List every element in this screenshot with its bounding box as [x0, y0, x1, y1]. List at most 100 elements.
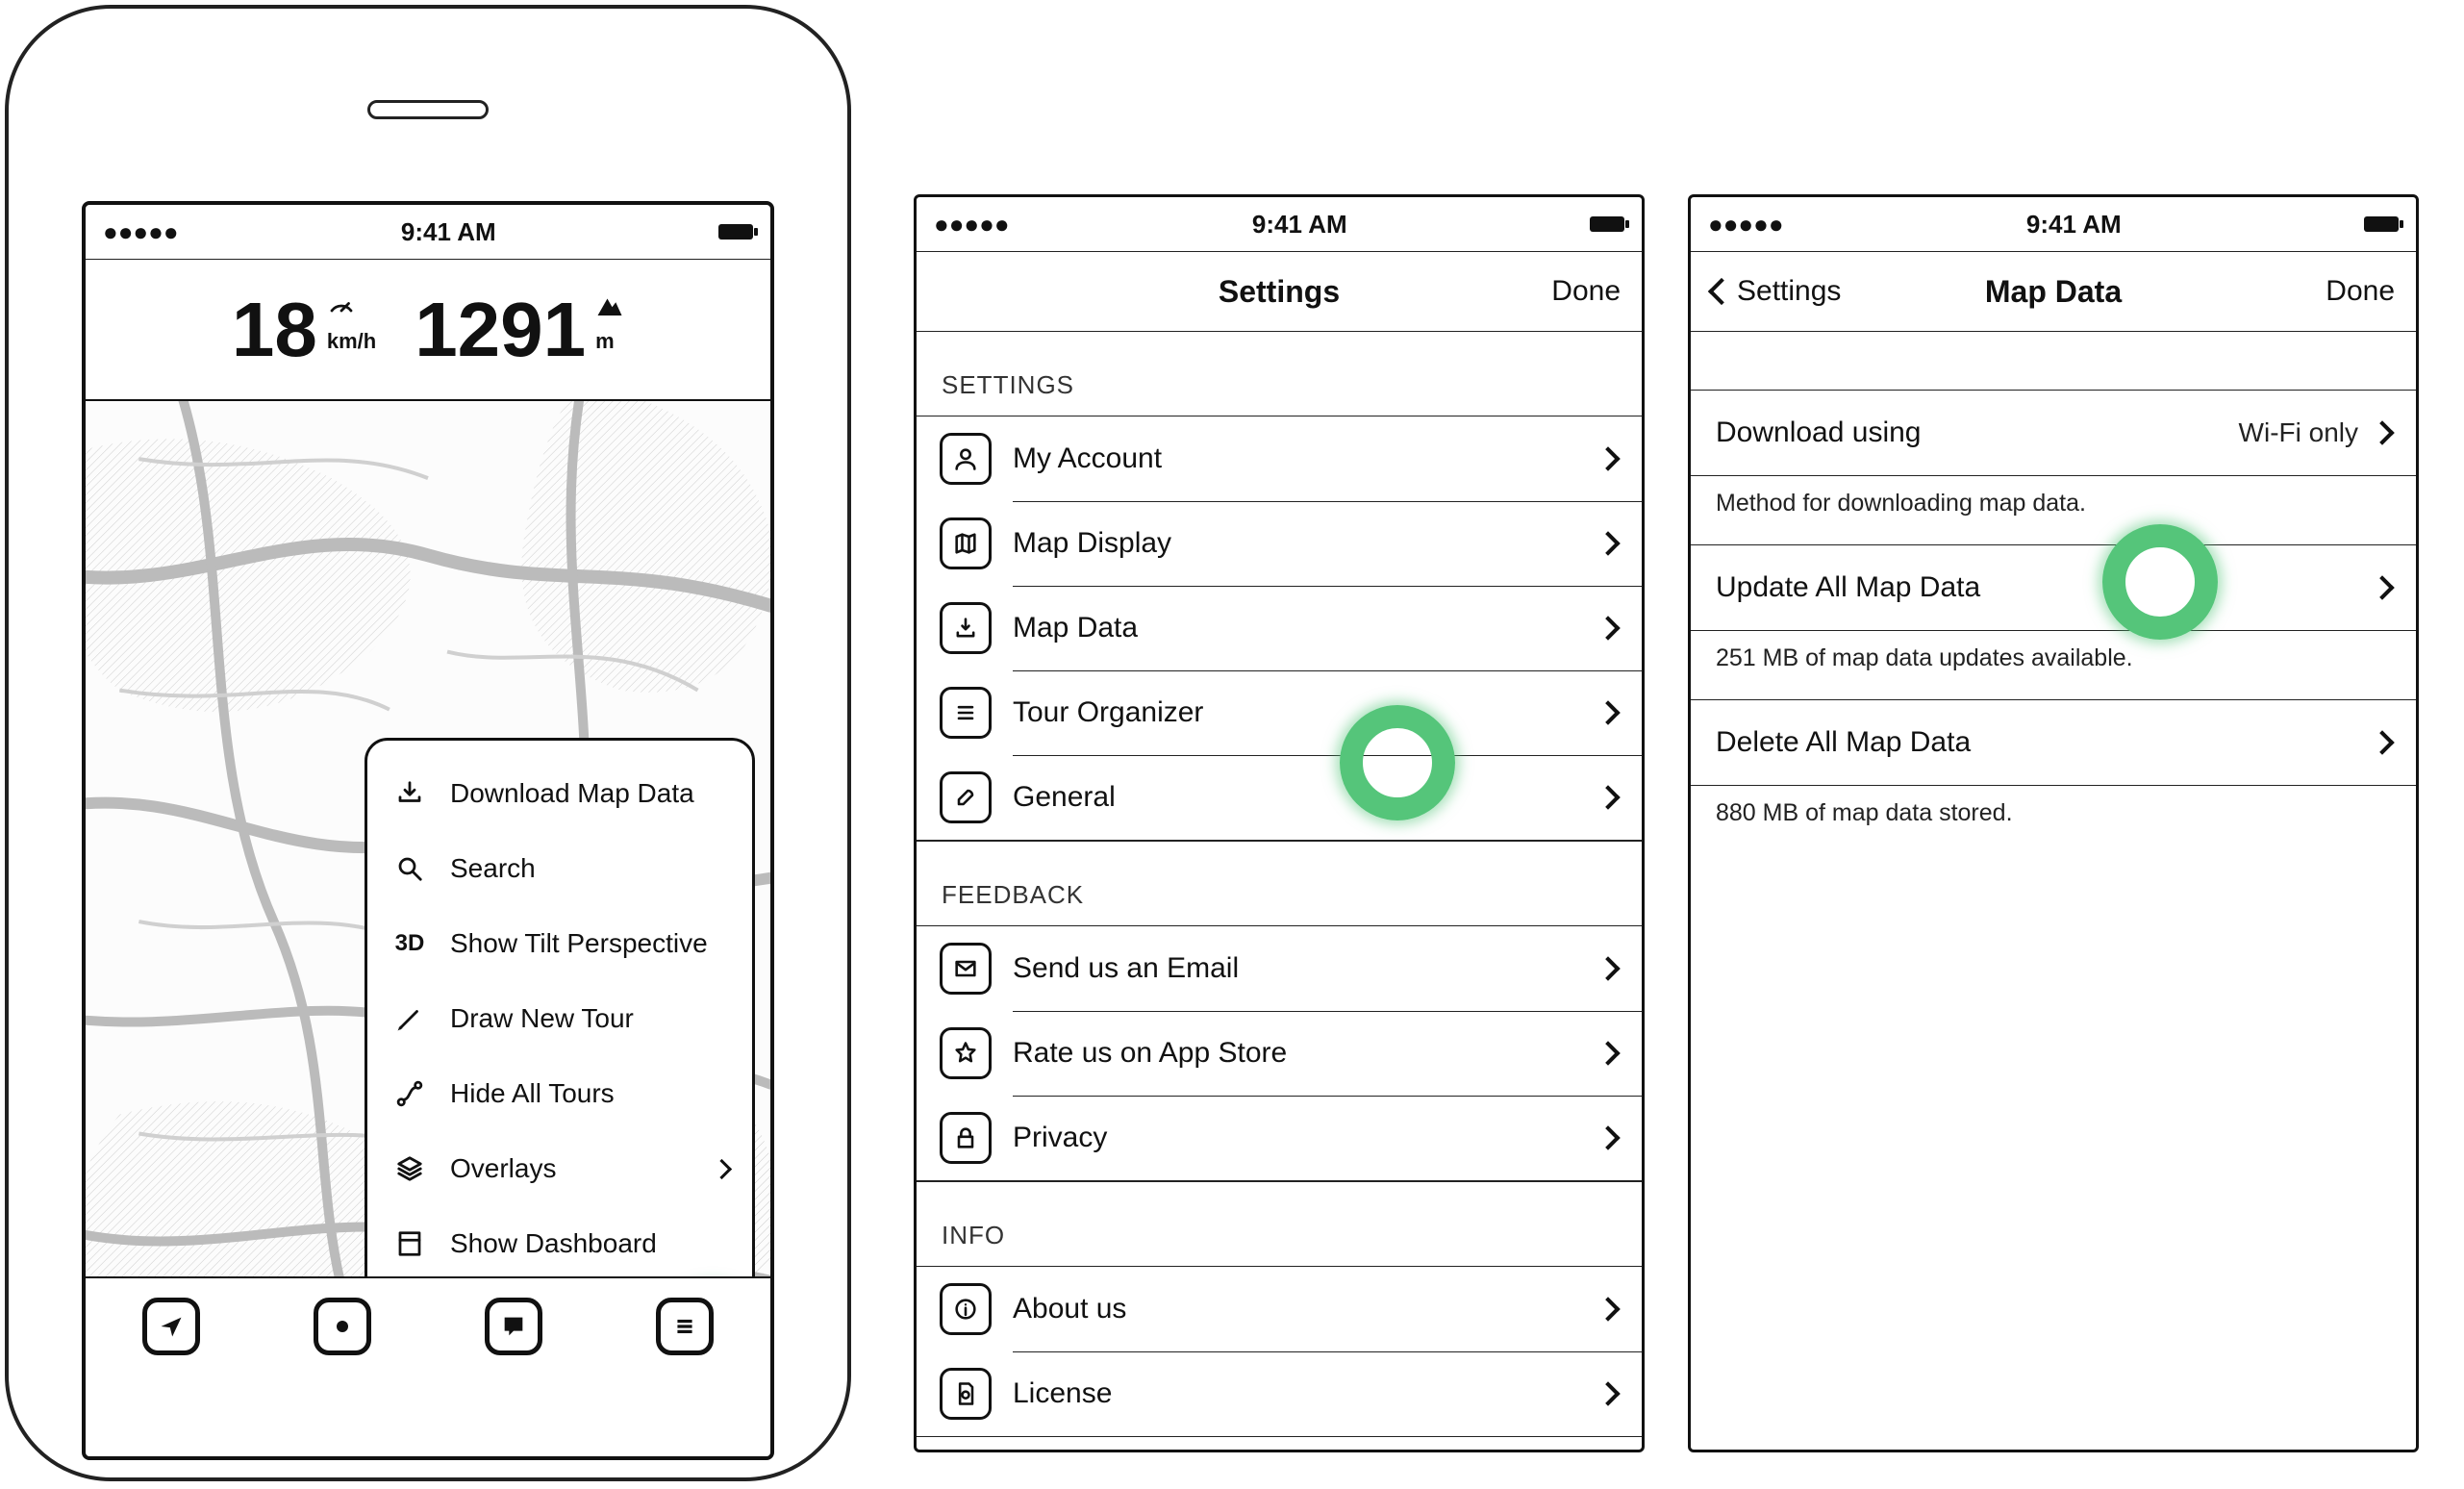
row-send-email[interactable]: Send us an Email: [917, 925, 1642, 1011]
speed-value: 18: [232, 291, 317, 368]
menu-show-dashboard[interactable]: Show Dashboard: [367, 1206, 752, 1281]
row-privacy[interactable]: Privacy: [917, 1096, 1642, 1181]
download-icon: [940, 602, 992, 654]
status-time: 9:41 AM: [2026, 210, 2122, 240]
nav-back-button[interactable]: Settings: [1712, 275, 1856, 308]
row-license[interactable]: License: [917, 1351, 1642, 1437]
row-label: Map Display: [1013, 527, 1592, 560]
status-time: 9:41 AM: [401, 217, 496, 247]
row-label: General: [1013, 781, 1592, 814]
tab-locate[interactable]: [142, 1298, 200, 1355]
row-label: License: [1013, 1377, 1592, 1410]
chevron-right-icon: [1596, 616, 1620, 640]
row-map-display[interactable]: Map Display: [917, 501, 1642, 586]
row-about-us[interactable]: About us: [917, 1266, 1642, 1351]
nav-done-button[interactable]: Done: [1476, 275, 1621, 308]
chevron-right-icon: [712, 1158, 732, 1178]
row-label: Tour Organizer: [1013, 696, 1592, 729]
row-value: Wi-Fi only: [2239, 417, 2358, 448]
row-tour-organizer[interactable]: Tour Organizer: [917, 670, 1642, 755]
menu-show-tilt[interactable]: 3D Show Tilt Perspective: [367, 906, 752, 981]
tab-record[interactable]: [314, 1298, 371, 1355]
row-label: Send us an Email: [1013, 952, 1592, 985]
list-icon: [940, 687, 992, 739]
dashboard-icon: [390, 1229, 429, 1258]
elevation-unit: m: [595, 329, 615, 354]
menu-download-map-data[interactable]: Download Map Data: [367, 756, 752, 831]
menu-item-label: Show Dashboard: [450, 1228, 729, 1259]
menu-item-label: Show Tilt Perspective: [450, 928, 729, 959]
row-label: Download using: [1716, 416, 2239, 449]
chevron-right-icon: [1596, 956, 1620, 980]
menu-draw-tour[interactable]: Draw New Tour: [367, 981, 752, 1056]
signal-dots: ●●●●●: [1708, 210, 1784, 240]
row-label: Map Data: [1013, 612, 1592, 644]
signal-dots: ●●●●●: [103, 217, 179, 247]
status-bar: ●●●●● 9:41 AM: [86, 205, 770, 260]
layers-icon: [390, 1154, 429, 1183]
info-icon: [940, 1283, 992, 1335]
menu-overlays[interactable]: Overlays: [367, 1131, 752, 1206]
caption-data-stored: 880 MB of map data stored.: [1691, 786, 2416, 835]
map-canvas[interactable]: Download Map Data Search 3D Show Tilt Pe…: [86, 401, 770, 1375]
status-bar: ●●●●● 9:41 AM: [917, 197, 1642, 252]
nav-title: Map Data: [1856, 274, 2250, 310]
speed-metric: 18 km/h: [232, 291, 376, 368]
speedometer-icon: [327, 291, 356, 325]
row-general[interactable]: General: [917, 755, 1642, 841]
route-icon: [390, 1079, 429, 1108]
battery-icon: [718, 224, 753, 240]
chevron-right-icon: [1596, 1297, 1620, 1321]
nav-bar: Settings Map Data Done: [1691, 252, 2416, 332]
map-icon: [940, 517, 992, 569]
chevron-right-icon: [1596, 785, 1620, 809]
menu-item-label: Download Map Data: [450, 778, 729, 809]
menu-search[interactable]: Search: [367, 831, 752, 906]
map-data-screen: ●●●●● 9:41 AM Settings Map Data Done Dow…: [1688, 194, 2419, 1452]
menu-item-label: Draw New Tour: [450, 1003, 729, 1034]
chevron-right-icon: [1596, 1041, 1620, 1065]
tab-chat[interactable]: [485, 1298, 542, 1355]
row-download-using[interactable]: Download using Wi-Fi only: [1691, 390, 2416, 476]
row-delete-all[interactable]: Delete All Map Data: [1691, 699, 2416, 786]
row-label: Update All Map Data: [1716, 571, 2366, 604]
download-icon: [390, 779, 429, 808]
signal-dots: ●●●●●: [934, 210, 1010, 240]
row-label: Privacy: [1013, 1122, 1592, 1154]
wrench-icon: [940, 771, 992, 823]
pencil-icon: [390, 1004, 429, 1033]
star-icon: [940, 1027, 992, 1079]
row-update-all[interactable]: Update All Map Data: [1691, 544, 2416, 631]
status-bar: ●●●●● 9:41 AM: [1691, 197, 2416, 252]
caption-updates-available: 251 MB of map data updates available.: [1691, 631, 2416, 680]
speed-unit: km/h: [327, 329, 376, 354]
elevation-value: 1291: [415, 291, 586, 368]
chevron-right-icon: [2370, 575, 2394, 599]
nav-done-button[interactable]: Done: [2250, 275, 2395, 308]
status-time: 9:41 AM: [1252, 210, 1347, 240]
row-map-data[interactable]: Map Data: [917, 586, 1642, 670]
row-my-account[interactable]: My Account: [917, 416, 1642, 501]
row-label: My Account: [1013, 442, 1592, 475]
phone-device-frame: ●●●●● 9:41 AM 18 km/h 1291: [5, 5, 851, 1481]
search-icon: [390, 854, 429, 883]
battery-icon: [2364, 216, 2399, 232]
tab-bar: [86, 1276, 770, 1375]
nav-title: Settings: [1082, 274, 1476, 310]
battery-icon: [1590, 216, 1624, 232]
highlight-ring: [1340, 705, 1455, 820]
section-header-settings: SETTINGS: [917, 332, 1642, 416]
highlight-ring: [2102, 524, 2218, 640]
section-header-feedback: FEEDBACK: [917, 842, 1642, 925]
chevron-right-icon: [2370, 730, 2394, 754]
tab-list[interactable]: [656, 1298, 714, 1355]
menu-hide-tours[interactable]: Hide All Tours: [367, 1056, 752, 1131]
row-rate-appstore[interactable]: Rate us on App Store: [917, 1011, 1642, 1096]
nav-bar: Settings Done: [917, 252, 1642, 332]
nav-back-label: Settings: [1737, 275, 1841, 308]
menu-item-label: Hide All Tours: [450, 1078, 729, 1109]
chevron-right-icon: [1596, 531, 1620, 555]
menu-item-label: Search: [450, 853, 729, 884]
menu-item-label: Overlays: [450, 1153, 693, 1184]
chevron-left-icon: [1708, 278, 1735, 305]
